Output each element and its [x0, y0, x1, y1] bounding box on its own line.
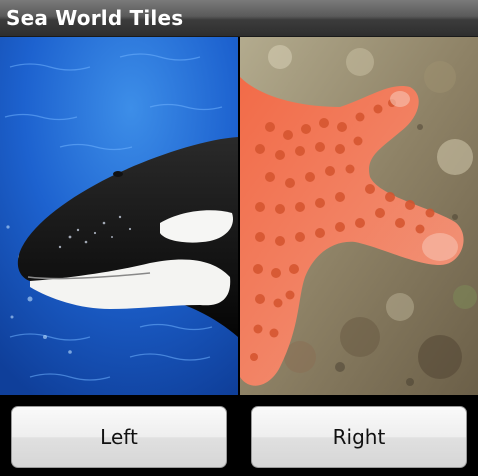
tile-left-orca-image[interactable]	[0, 37, 238, 395]
right-button[interactable]: Right	[251, 406, 467, 468]
title-bar: Sea World Tiles	[0, 0, 478, 37]
tile-right-starfish-image[interactable]	[240, 37, 478, 395]
orca-image	[0, 37, 238, 395]
tile-area	[0, 37, 478, 395]
button-bar: Left Right	[0, 395, 478, 476]
app-window: Sea World Tiles Left Right	[0, 0, 478, 476]
app-title: Sea World Tiles	[6, 6, 184, 30]
left-button[interactable]: Left	[11, 406, 227, 468]
starfish-image	[240, 37, 478, 395]
